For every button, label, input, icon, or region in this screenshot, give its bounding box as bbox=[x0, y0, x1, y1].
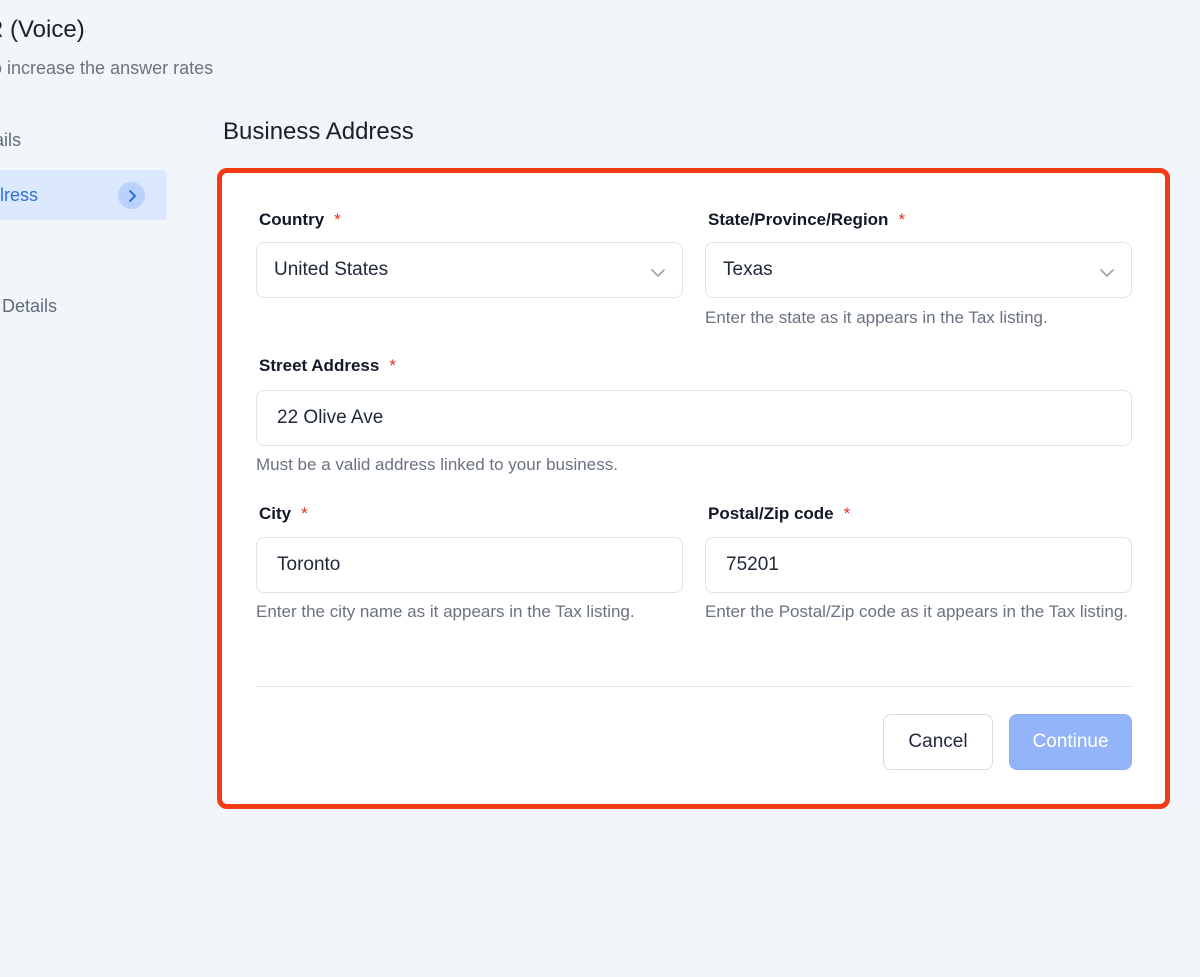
required-mark: * bbox=[898, 210, 906, 229]
street-input[interactable]: 22 Olive Ave bbox=[256, 390, 1132, 446]
city-input[interactable]: Toronto bbox=[256, 537, 683, 593]
chevron-right-icon bbox=[118, 182, 145, 209]
continue-button[interactable]: Continue bbox=[1009, 714, 1132, 770]
chevron-down-icon bbox=[650, 263, 666, 285]
state-select[interactable]: Texas bbox=[705, 242, 1132, 298]
sidebar-item-address[interactable]: lress bbox=[0, 170, 167, 220]
country-select[interactable]: United States bbox=[256, 242, 683, 298]
postal-label: Postal/Zip code * bbox=[708, 504, 851, 523]
required-mark: * bbox=[389, 356, 396, 375]
page-subtitle: o increase the answer rates bbox=[0, 58, 214, 78]
postal-value: 75201 bbox=[726, 554, 779, 575]
section-title: Business Address bbox=[223, 118, 414, 145]
postal-hint: Enter the Postal/Zip code as it appears … bbox=[705, 602, 1129, 621]
sidebar-item-details[interactable]: ails bbox=[0, 130, 21, 151]
sidebar-item-label: ails bbox=[0, 130, 22, 150]
sidebar-item-label: lress bbox=[0, 184, 39, 205]
state-hint: Enter the state as it appears in the Tax… bbox=[705, 308, 1048, 327]
postal-input[interactable]: 75201 bbox=[705, 537, 1132, 593]
required-mark: * bbox=[334, 210, 341, 229]
sidebar-item-other-details[interactable]: Details bbox=[2, 296, 57, 317]
required-mark: * bbox=[843, 504, 851, 523]
city-value: Toronto bbox=[277, 554, 341, 575]
country-value: United States bbox=[274, 259, 389, 280]
city-label: City * bbox=[259, 504, 308, 523]
state-value: Texas bbox=[723, 259, 773, 280]
sidebar-item-label: Details bbox=[2, 296, 58, 316]
address-form-card: Country * United States State/Province/Re… bbox=[217, 168, 1170, 809]
street-hint: Must be a valid address linked to your b… bbox=[256, 455, 618, 474]
required-mark: * bbox=[301, 504, 308, 523]
cancel-button[interactable]: Cancel bbox=[883, 714, 993, 770]
page-title: R (Voice) bbox=[0, 16, 85, 43]
chevron-down-icon bbox=[1099, 263, 1115, 285]
country-label: Country * bbox=[259, 210, 341, 229]
divider bbox=[256, 686, 1132, 687]
street-value: 22 Olive Ave bbox=[277, 407, 384, 428]
state-label: State/Province/Region * bbox=[708, 210, 906, 229]
street-label: Street Address * bbox=[259, 356, 396, 375]
city-hint: Enter the city name as it appears in the… bbox=[256, 602, 635, 621]
